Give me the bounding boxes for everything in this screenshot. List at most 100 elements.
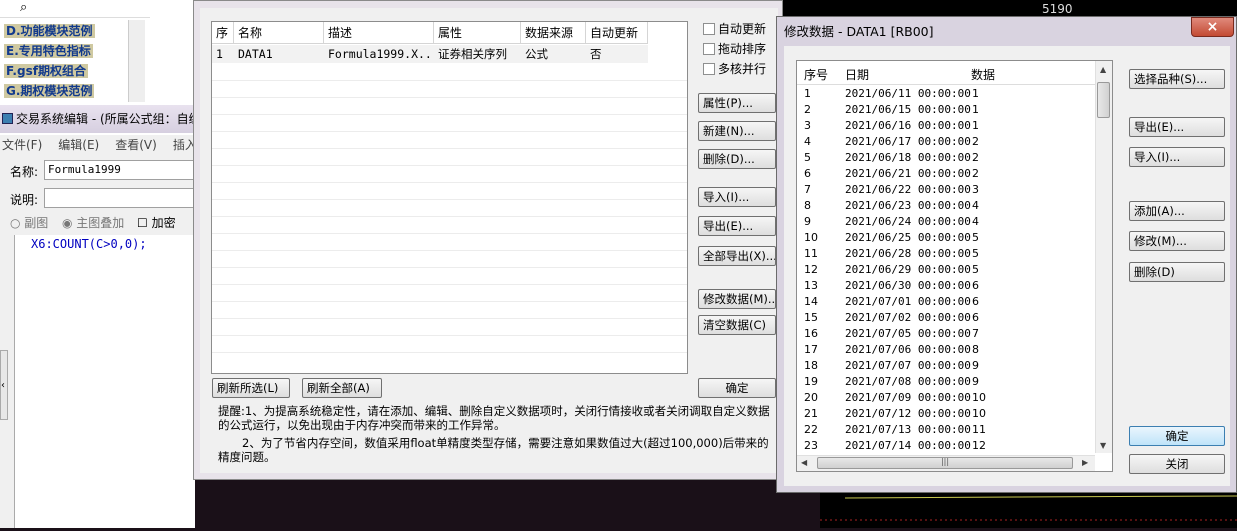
add-button[interactable]: 添加(A)...: [1129, 201, 1225, 221]
cell-auto: 否: [590, 47, 602, 61]
row-cell-value: 5: [972, 231, 979, 244]
row-cell-seq: 21: [804, 407, 818, 420]
props-button[interactable]: 属性(P)...: [698, 93, 776, 113]
row-cell-value: 6: [972, 279, 979, 292]
price-label: 5190: [1042, 2, 1073, 16]
col-value[interactable]: 数据: [971, 66, 995, 84]
row-cell-seq: 5: [804, 151, 811, 164]
row-cell-seq: 9: [804, 215, 811, 228]
code-editor[interactable]: X6:COUNT(C>0,0);: [14, 235, 195, 528]
tree-toolbar: ⌕: [0, 0, 150, 18]
row-cell-value: 4: [972, 199, 979, 212]
background-chart-bottom: [820, 493, 1237, 528]
row-cell-date: 2021/06/21 00:00:00: [845, 167, 971, 180]
clear-data-button[interactable]: 清空数据(C): [698, 315, 776, 335]
check-drag-sort[interactable]: 拖动排序: [703, 40, 766, 58]
modify-button[interactable]: 修改(M)...: [1129, 231, 1225, 251]
row-cell-date: 2021/07/02 00:00:00: [845, 311, 971, 324]
export-all-button[interactable]: 全部导出(X)...: [698, 246, 776, 266]
menu-edit[interactable]: 编辑(E): [58, 138, 99, 152]
collapse-handle[interactable]: ‹: [0, 350, 8, 420]
scroll-left-icon[interactable]: ◀: [801, 458, 807, 467]
col-auto[interactable]: 自动更新: [586, 22, 648, 44]
row-cell-value: 1: [972, 103, 979, 116]
col-desc[interactable]: 描述: [324, 22, 434, 44]
vertical-scroll-thumb[interactable]: [1097, 82, 1110, 118]
radio-main[interactable]: ◉ 主图叠加: [62, 214, 124, 231]
menu-file[interactable]: 文件(F): [2, 138, 42, 152]
background-chart-top: [783, 0, 1237, 16]
desc-input[interactable]: [44, 188, 195, 208]
name-input[interactable]: Formula1999: [44, 160, 195, 180]
tree-item-e[interactable]: E.专用特色指标: [4, 42, 93, 60]
tree-item-f[interactable]: F.gsf期权组合: [4, 62, 88, 80]
modify-import-button[interactable]: 导入(I)...: [1129, 147, 1225, 167]
row-cell-value: 2: [972, 167, 979, 180]
horizontal-scroll-thumb[interactable]: |||: [817, 457, 1073, 469]
check-encrypt[interactable]: ☐ 加密: [137, 214, 176, 231]
row-cell-seq: 22: [804, 423, 818, 436]
modify-ok-button[interactable]: 确定: [1129, 426, 1225, 446]
radio-sub[interactable]: ○ 副图: [10, 214, 48, 231]
row-cell-seq: 18: [804, 359, 818, 372]
row-cell-date: 2021/06/30 00:00:00: [845, 279, 971, 292]
vertical-scrollbar[interactable]: ▲ ▼: [1095, 61, 1112, 453]
row-cell-seq: 11: [804, 247, 818, 260]
tree-scrollbar[interactable]: [128, 20, 145, 102]
col-seq[interactable]: 序号: [804, 66, 828, 84]
row-cell-date: 2021/07/14 00:00:00: [845, 439, 971, 452]
tree-item-d[interactable]: D.功能模块范例: [4, 22, 95, 40]
row-cell-date: 2021/06/29 00:00:00: [845, 263, 971, 276]
row-cell-value: 6: [972, 295, 979, 308]
import-button[interactable]: 导入(I)...: [698, 187, 776, 207]
col-name[interactable]: 名称: [234, 22, 324, 44]
row-cell-value: 7: [972, 327, 979, 340]
col-attr[interactable]: 属性: [434, 22, 521, 44]
modify-data-button[interactable]: 修改数据(M)...: [698, 289, 776, 309]
row-cell-date: 2021/07/09 00:00:00: [845, 391, 971, 404]
row-cell-date: 2021/06/11 00:00:00: [845, 87, 971, 100]
delete-button[interactable]: 删除(D)...: [698, 149, 776, 169]
export-button[interactable]: 导出(E)...: [698, 216, 776, 236]
ok-button[interactable]: 确定: [698, 378, 776, 398]
tip-1: 提醒:1、为提高系统稳定性，请在添加、编辑、删除自定义数据项时，关闭行情接收或者…: [218, 404, 770, 432]
scroll-down-icon[interactable]: ▼: [1100, 441, 1106, 450]
row-cell-date: 2021/06/28 00:00:00: [845, 247, 971, 260]
row-cell-seq: 17: [804, 343, 818, 356]
search-icon[interactable]: ⌕: [20, 0, 27, 15]
scroll-up-icon[interactable]: ▲: [1100, 65, 1106, 74]
row-cell-value: 10: [972, 407, 986, 420]
row-cell-date: 2021/07/08 00:00:00: [845, 375, 971, 388]
check-auto-update[interactable]: 自动更新: [703, 20, 766, 38]
row-cell-value: 5: [972, 247, 979, 260]
row-cell-date: 2021/06/22 00:00:00: [845, 183, 971, 196]
check-multicore[interactable]: 多核并行: [703, 60, 766, 78]
tree-item-g[interactable]: G.期权模块范例: [4, 82, 95, 100]
editor-title: 交易系统编辑 - (所属公式组：自编: [0, 105, 195, 133]
col-idx[interactable]: 序: [212, 22, 234, 44]
row-cell-seq: 16: [804, 327, 818, 340]
close-icon[interactable]: ×: [1191, 17, 1234, 37]
col-source[interactable]: 数据来源: [521, 22, 586, 44]
row-cell-seq: 12: [804, 263, 818, 276]
menu-view[interactable]: 查看(V): [115, 138, 157, 152]
row-cell-seq: 13: [804, 279, 818, 292]
scroll-right-icon[interactable]: ▶: [1082, 458, 1088, 467]
refresh-selected-button[interactable]: 刷新所选(L): [212, 378, 290, 398]
select-symbol-button[interactable]: 选择品种(S)...: [1129, 69, 1225, 89]
row-cell-date: 2021/06/25 00:00:00: [845, 231, 971, 244]
modify-close-button[interactable]: 关闭: [1129, 454, 1225, 474]
row-cell-value: 9: [972, 375, 979, 388]
row-cell-seq: 14: [804, 295, 818, 308]
new-button[interactable]: 新建(N)...: [698, 121, 776, 141]
col-date[interactable]: 日期: [845, 66, 869, 84]
app-icon: [2, 113, 13, 124]
chart-lines: [820, 495, 1237, 521]
modify-delete-button[interactable]: 删除(D): [1129, 262, 1225, 282]
row-cell-value: 11: [972, 423, 986, 436]
row-cell-seq: 6: [804, 167, 811, 180]
refresh-all-button[interactable]: 刷新全部(A): [302, 378, 382, 398]
row-cell-date: 2021/07/05 00:00:00: [845, 327, 971, 340]
row-cell-date: 2021/07/07 00:00:00: [845, 359, 971, 372]
modify-export-button[interactable]: 导出(E)...: [1129, 117, 1225, 137]
